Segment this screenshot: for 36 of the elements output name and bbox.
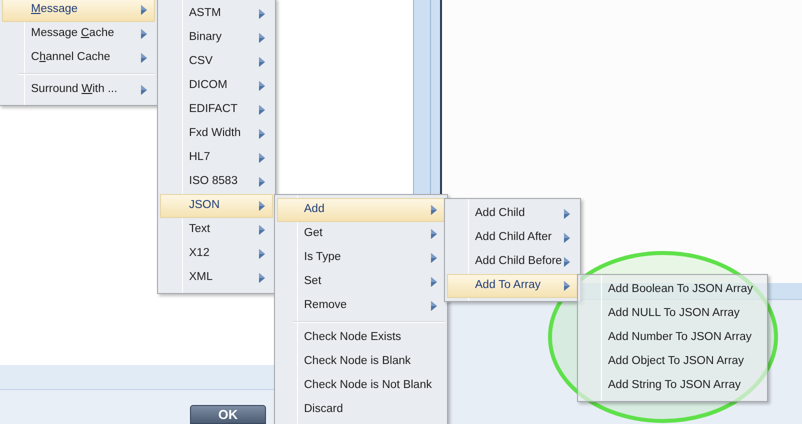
menu-item[interactable]: Get	[277, 222, 445, 246]
menu-item[interactable]: Add NULL To JSON Array	[580, 302, 765, 326]
menu-item[interactable]: CSV	[160, 50, 273, 74]
menu-item[interactable]: XML	[160, 266, 273, 290]
menu-item[interactable]: Add Object To JSON Array	[580, 350, 765, 374]
menu-item[interactable]: Add Child	[447, 202, 578, 226]
menu-item[interactable]: Remove	[277, 294, 445, 318]
splitter-bar[interactable]	[413, 0, 442, 196]
menu-item[interactable]: Message Cache	[2, 22, 155, 46]
menu-item[interactable]: Message	[2, 0, 155, 22]
menu-item[interactable]: X12	[160, 242, 273, 266]
menu-item[interactable]: Check Node is Not Blank	[277, 374, 445, 398]
menu-item[interactable]: Add String To JSON Array	[580, 374, 765, 398]
menu-item[interactable]: Text	[160, 218, 273, 242]
menu-item[interactable]: Set	[277, 270, 445, 294]
menu-item[interactable]: Check Node Exists	[277, 326, 445, 350]
menu-item[interactable]: Surround With ...	[2, 78, 155, 102]
menu-item[interactable]: Add Child After	[447, 226, 578, 250]
menu-item[interactable]: Add Child Before	[447, 250, 578, 274]
menu-item[interactable]: Add	[277, 198, 445, 222]
menu-item[interactable]: Discard	[277, 398, 445, 422]
menu-item[interactable]: EDIFACT	[160, 98, 273, 122]
menu-item[interactable]: Add Number To JSON Array	[580, 326, 765, 350]
menu-item[interactable]: DICOM	[160, 74, 273, 98]
menu-item[interactable]: ASTM	[160, 2, 273, 26]
menu-item[interactable]: Fxd Width	[160, 122, 273, 146]
menu-item[interactable]: Add To Array	[447, 274, 578, 298]
menu-item[interactable]: Add Boolean To JSON Array	[580, 278, 765, 302]
ok-button[interactable]: OK	[190, 405, 266, 424]
menu-item[interactable]: HL7	[160, 146, 273, 170]
menu-item[interactable]: Binary	[160, 26, 273, 50]
menu-item[interactable]: ISO 8583	[160, 170, 273, 194]
menu-item[interactable]: Check Node is Blank	[277, 350, 445, 374]
menu-item[interactable]: JSON	[160, 194, 273, 218]
menu-item[interactable]: Channel Cache	[2, 46, 155, 70]
menu-item[interactable]: Is Type	[277, 246, 445, 270]
